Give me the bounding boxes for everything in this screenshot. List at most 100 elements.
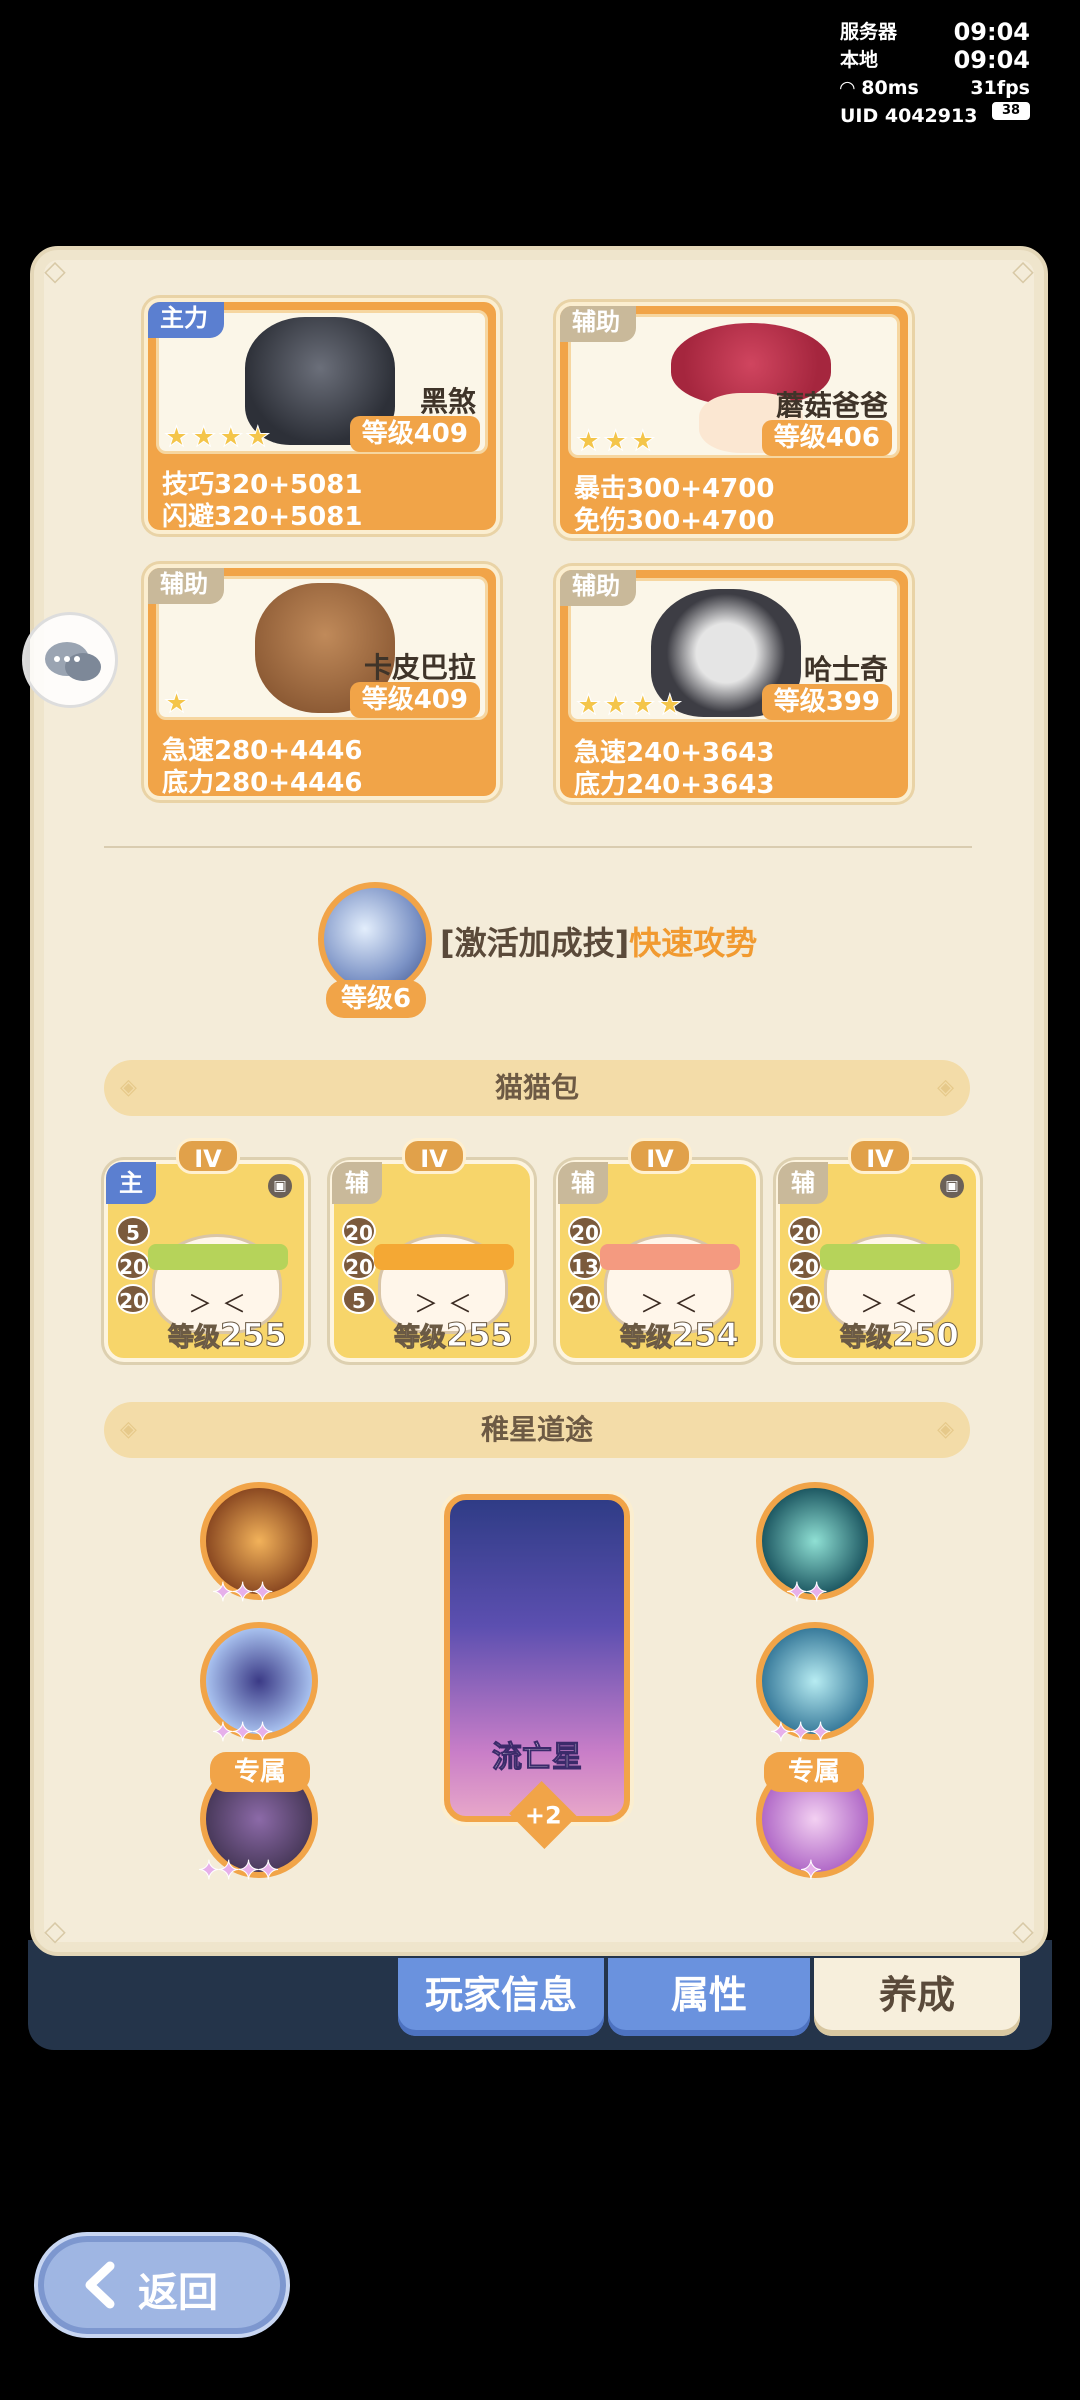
wifi-icon: ◠ <box>840 77 855 99</box>
enhance-level: 20 <box>568 1284 602 1314</box>
cat-bag-header: ◈ 猫猫包 ◈ <box>104 1060 970 1116</box>
star-rating: ★★★ <box>575 424 658 458</box>
enhance-level: 13 <box>568 1250 602 1280</box>
corner-ornament: ◇ <box>1012 1914 1034 1947</box>
level-prefix: 等级 <box>393 1323 447 1354</box>
orb-stars: ✦✦✦ <box>769 1718 831 1749</box>
enhance-level: 20 <box>342 1216 376 1246</box>
corner-ornament: ◇ <box>44 254 66 287</box>
bag-level: 等级250 <box>839 1316 960 1355</box>
companion-name: 黑煞 <box>419 385 476 418</box>
tier-badge: IV <box>628 1138 692 1174</box>
section-title: 稚星道途 <box>480 1413 593 1446</box>
diamond-icon: ◈ <box>120 1075 137 1100</box>
battery-icon: 38 <box>992 102 1030 120</box>
cat-bag-slot-main[interactable]: IV 主 ▣ 5 20 20 ＞＜ 等级255 <box>104 1138 308 1362</box>
enhance-levels: 5 20 20 <box>116 1216 150 1314</box>
enhance-level: 20 <box>116 1284 150 1314</box>
level-prefix: 等级 <box>167 1323 221 1354</box>
back-button[interactable]: 返回 <box>34 2232 290 2338</box>
headband-icon <box>148 1244 288 1270</box>
role-badge: 辅 <box>558 1162 608 1204</box>
bag-level: 等级255 <box>393 1316 514 1355</box>
section-title: 猫猫包 <box>494 1071 579 1104</box>
companion-level: 等级409 <box>349 416 480 452</box>
orb-stars: ✦✦✦ <box>211 1718 273 1749</box>
tier-badge: IV <box>176 1138 240 1174</box>
role-badge: 辅 <box>778 1162 828 1204</box>
companion-level: 等级399 <box>761 684 892 720</box>
cat-eyes-icon: ＞＜ <box>640 1290 708 1318</box>
companion-name: 哈士奇 <box>803 653 888 686</box>
companion-stat: 底力240+3643 <box>574 770 775 800</box>
orb-stars: ✦ <box>800 1856 823 1887</box>
companion-card-support-2[interactable]: 辅助 卡皮巴拉 ★ 等级409 急速280+4446 底力280+4446 <box>144 564 500 800</box>
companion-card-support-3[interactable]: 辅助 哈士奇 ★★★★ 等级399 急速240+3643 底力240+3643 <box>556 566 912 802</box>
bag-level: 等级255 <box>167 1316 288 1355</box>
star-card[interactable]: 流亡星 +2 <box>444 1494 630 1849</box>
role-badge: 辅助 <box>560 570 636 606</box>
enhance-levels: 20 20 5 <box>342 1216 376 1314</box>
local-label: 本地 <box>840 49 879 71</box>
enhance-level: 5 <box>342 1284 376 1314</box>
headband-icon <box>820 1244 960 1270</box>
role-badge: 辅 <box>332 1162 382 1204</box>
headband-icon <box>374 1244 514 1270</box>
diamond-icon: ◈ <box>937 1075 954 1100</box>
skill-name: 快速攻势 <box>629 924 758 962</box>
star-path-header: ◈ 稚星道途 ◈ <box>104 1402 970 1458</box>
cat-bag-slot-support-2[interactable]: IV 辅 20 13 20 ＞＜ 等级254 <box>556 1138 760 1362</box>
chat-bubble-icon <box>45 642 101 681</box>
level-prefix: 等级 <box>839 1323 893 1354</box>
enhance-levels: 20 20 20 <box>788 1216 822 1314</box>
tier-badge: IV <box>848 1138 912 1174</box>
status-overlay: 服务器 09:04 本地 09:04 ◠ 80ms 31fps UID 4042913… <box>840 18 1030 130</box>
enhance-levels: 20 13 20 <box>568 1216 602 1314</box>
level-value: 250 <box>892 1316 960 1355</box>
cat-eyes-icon: ＞＜ <box>188 1290 256 1318</box>
level-value: 254 <box>672 1316 740 1355</box>
star-card-name: 流亡星 <box>492 1740 583 1776</box>
tab-growth[interactable]: 养成 <box>814 1958 1020 2036</box>
skill-level: 等级6 <box>326 980 426 1018</box>
fps-readout: 31fps <box>970 77 1030 99</box>
chat-button[interactable] <box>22 612 118 708</box>
ping-readout: ◠ 80ms <box>840 74 919 102</box>
lock-icon: ▣ <box>268 1174 292 1198</box>
cat-eyes-icon: ＞＜ <box>414 1290 482 1318</box>
orb-stars: ✦✦ <box>786 1578 829 1609</box>
role-badge: 辅助 <box>560 306 636 342</box>
cat-bag-slot-support-3[interactable]: IV 辅 ▣ 20 20 20 ＞＜ 等级250 <box>776 1138 980 1362</box>
headband-icon <box>600 1244 740 1270</box>
enhance-level: 20 <box>788 1284 822 1314</box>
tab-attributes[interactable]: 属性 <box>608 1958 810 2036</box>
orb-stars: ✦✦✦ <box>211 1578 273 1609</box>
corner-ornament: ◇ <box>1012 254 1034 287</box>
cat-bag-slot-support-1[interactable]: IV 辅 20 20 5 ＞＜ 等级255 <box>330 1138 534 1362</box>
companion-level: 等级406 <box>761 420 892 456</box>
role-badge: 主力 <box>148 302 224 338</box>
enhance-level: 20 <box>116 1250 150 1280</box>
exclusive-badge: 专属 <box>764 1752 864 1792</box>
companion-stat: 闪避320+5081 <box>162 502 363 532</box>
companion-card-main[interactable]: 主力 黑煞 ★★★★ 等级409 技巧320+5081 闪避320+5081 <box>144 298 500 534</box>
uid-label: UID 4042913 <box>840 105 978 127</box>
diamond-icon: ◈ <box>937 1417 954 1442</box>
companion-card-support-1[interactable]: 辅助 蘑菇爸爸 ★★★ 等级406 暴击300+4700 免伤300+4700 <box>556 302 912 538</box>
companion-level: 等级409 <box>349 682 480 718</box>
tab-player-info[interactable]: 玩家信息 <box>398 1958 604 2036</box>
lock-icon: ▣ <box>940 1174 964 1198</box>
orb-stars: ✦✦✦✦ <box>197 1856 279 1887</box>
back-label: 返回 <box>138 2270 218 2316</box>
corner-ornament: ◇ <box>44 1914 66 1947</box>
cat-eyes-icon: ＞＜ <box>860 1290 928 1318</box>
level-value: 255 <box>220 1316 288 1355</box>
skill-icon[interactable] <box>318 882 432 996</box>
enhance-level: 20 <box>568 1216 602 1246</box>
bonus-value: +2 <box>524 1801 562 1829</box>
exclusive-badge: 专属 <box>210 1752 310 1792</box>
tier-badge: IV <box>402 1138 466 1174</box>
section-divider <box>104 846 972 848</box>
level-value: 255 <box>446 1316 514 1355</box>
server-time: 09:04 <box>953 18 1030 46</box>
